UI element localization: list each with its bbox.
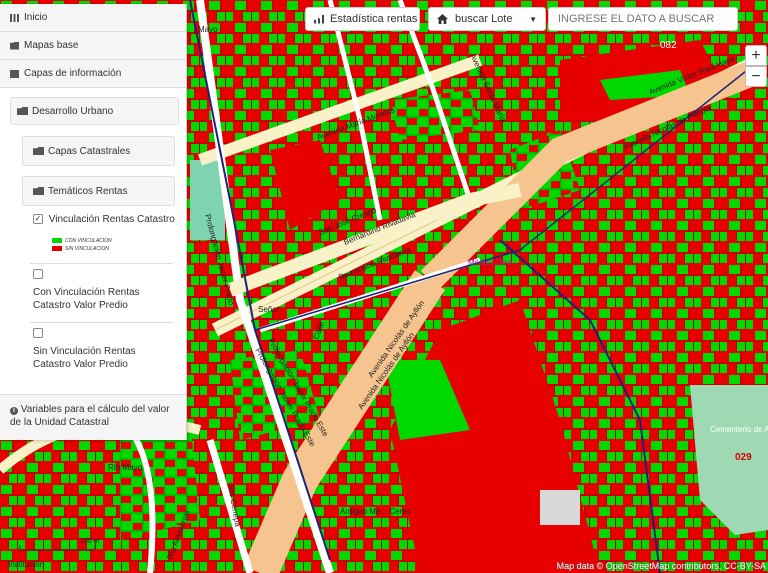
legend: CON VINCULACION SIN VINCULACION (52, 237, 112, 253)
search-input[interactable] (548, 7, 738, 31)
buscar-lote-label: buscar Lote (455, 13, 513, 25)
legend-swatch-red (52, 246, 62, 252)
folder-open-icon (33, 147, 44, 155)
zoom-out-label: − (751, 67, 761, 85)
legend-label: CON VINCULACION (65, 238, 112, 244)
divider (30, 263, 173, 264)
label-antiguo: Antiguo Me... Ceres (340, 507, 411, 516)
layers-panel: Inicio Mapas base Capas de información D… (0, 4, 187, 440)
layer-con-vinculacion-label: Con Vinculación Rentas Catastro Valor Pr… (33, 287, 140, 311)
menu-inicio[interactable]: Inicio (0, 4, 186, 32)
layer-vinculacion-checkbox[interactable]: ✓ (33, 214, 43, 225)
menu-capas-informacion[interactable]: Capas de información (0, 60, 186, 88)
legend-swatch-green (52, 238, 62, 244)
layer-sin-vinculacion-label: Sin Vinculación Rentas Catastro Valor Pr… (33, 346, 136, 370)
capas-catastrales-label: Capas Catastrales (48, 145, 131, 157)
menu-capas-label: Capas de información (24, 68, 122, 79)
menu-mapas-base-label: Mapas base (24, 40, 79, 51)
tematicos-rentas-label: Temáticos Rentas (48, 185, 128, 197)
group-capas-catastrales[interactable]: Capas Catastrales (22, 136, 175, 166)
layer-con-vinculacion-checkbox[interactable] (33, 269, 43, 280)
info-icon: i (10, 407, 18, 415)
caret-down-icon: ▼ (529, 14, 537, 24)
folder-open-icon (33, 187, 44, 195)
menu-inicio-label: Inicio (24, 12, 48, 23)
layer-con-vinculacion[interactable]: Con Vinculación Rentas Catastro Valor Pr… (33, 269, 173, 312)
label-institucion: Institución (8, 560, 44, 569)
bar-chart-icon (314, 14, 324, 24)
svg-text:100 m: 100 m (80, 538, 100, 545)
layer-sin-vinculacion[interactable]: Sin Vinculación Rentas Catastro Valor Pr… (33, 328, 173, 371)
legend-item: CON VINCULACION (52, 237, 112, 245)
label-code-082: 082 (660, 40, 677, 51)
legend-label: SIN VINCULACION (65, 246, 109, 252)
book-icon (10, 69, 19, 78)
label-medico: Médica Devi (468, 258, 512, 267)
divider (30, 322, 173, 323)
label-code-029: 029 (735, 452, 752, 463)
legend-item: SIN VINCULACION (52, 245, 112, 253)
zoom-in-button[interactable]: + (745, 45, 767, 66)
estadistica-rentas-button[interactable]: Estadística rentas (305, 7, 420, 31)
layer-vinculacion[interactable]: ✓ Vinculación Rentas Catastro (33, 214, 178, 225)
menu-variables[interactable]: i Variables para el cálculo del valor de… (0, 394, 186, 440)
estadistica-rentas-label: Estadística rentas (330, 13, 418, 25)
home-icon (437, 14, 448, 24)
group-desarrollo-urbano[interactable]: Desarrollo Urbano (10, 97, 179, 125)
zoom-out-button[interactable]: − (745, 66, 767, 87)
menu-variables-label: Variables para el cálculo del valor de l… (10, 404, 170, 428)
layer-vinculacion-label: Vinculación Rentas Catastro (48, 214, 175, 225)
label-senor: Señor (258, 305, 280, 314)
map-attribution: Map data © OpenStreetMap contributors, C… (556, 561, 766, 571)
folder-icon (10, 41, 19, 50)
label-cementerio: Cementerio de Ate (710, 425, 768, 434)
label-mayo: Mayo (198, 25, 218, 34)
layer-sin-vinculacion-checkbox[interactable] (33, 328, 43, 339)
desarrollo-urbano-label: Desarrollo Urbano (32, 105, 114, 117)
buscar-lote-dropdown[interactable]: buscar Lote ▼ (428, 7, 546, 31)
zoom-in-label: + (751, 46, 761, 64)
folder-open-icon (17, 107, 28, 115)
group-tematicos-rentas[interactable]: Temáticos Rentas (22, 176, 175, 206)
label-rio-mayo: Río Mayo (108, 463, 143, 472)
grid-icon (10, 13, 19, 22)
menu-mapas-base[interactable]: Mapas base (0, 32, 186, 60)
